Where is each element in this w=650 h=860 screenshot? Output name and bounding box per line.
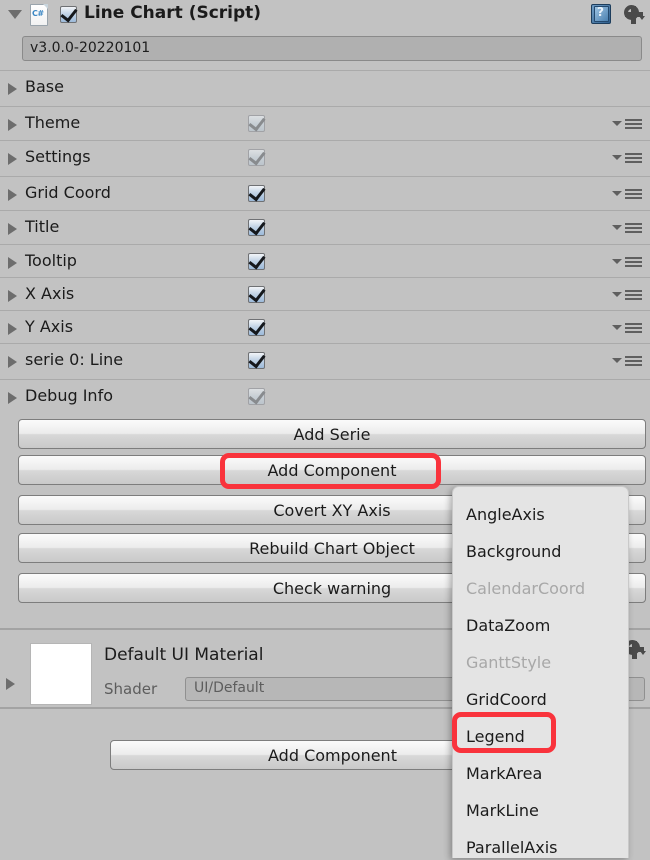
row-context-menu-icon[interactable] bbox=[612, 322, 642, 334]
foldout-row[interactable]: Theme bbox=[0, 106, 650, 139]
add-component-button[interactable]: Add Component bbox=[18, 455, 646, 485]
component-header: Line Chart (Script) ? bbox=[0, 0, 650, 30]
foldout-row[interactable]: Tooltip bbox=[0, 244, 650, 277]
dropdown-item[interactable]: GridCoord bbox=[453, 681, 628, 718]
foldout-row[interactable]: Title bbox=[0, 210, 650, 243]
dropdown-item[interactable]: Legend bbox=[453, 718, 628, 755]
foldout-enabled-checkbox[interactable] bbox=[248, 350, 266, 369]
shader-value: UI/Default bbox=[194, 680, 265, 696]
foldout-enabled-checkbox[interactable] bbox=[248, 217, 266, 236]
foldout-label: Debug Info bbox=[25, 386, 113, 405]
foldout-enabled-checkbox[interactable] bbox=[248, 251, 266, 270]
chevron-right-icon[interactable] bbox=[8, 323, 17, 335]
component-enabled-checkbox[interactable] bbox=[60, 4, 78, 23]
row-context-menu-icon[interactable] bbox=[612, 118, 642, 130]
foldout-label: Title bbox=[25, 217, 60, 236]
foldout-enabled-checkbox[interactable] bbox=[248, 317, 266, 336]
foldout-label: Grid Coord bbox=[25, 183, 111, 202]
chevron-right-icon[interactable] bbox=[8, 392, 17, 404]
chevron-down-icon[interactable] bbox=[8, 10, 22, 19]
foldout-label: Base bbox=[25, 77, 64, 96]
dropdown-item[interactable]: MarkLine bbox=[453, 792, 628, 829]
foldout-enabled-checkbox[interactable] bbox=[248, 183, 266, 202]
foldout-enabled-checkbox[interactable] bbox=[248, 386, 266, 405]
foldout-row[interactable]: X Axis bbox=[0, 277, 650, 310]
chevron-right-icon[interactable] bbox=[8, 83, 17, 95]
foldout-row[interactable]: serie 0: Line bbox=[0, 343, 650, 376]
chevron-right-icon[interactable] bbox=[8, 290, 17, 302]
dropdown-item[interactable]: DataZoom bbox=[453, 607, 628, 644]
version-value: v3.0.0-20220101 bbox=[30, 40, 151, 56]
version-field[interactable]: v3.0.0-20220101 bbox=[22, 36, 642, 61]
dropdown-item: CalendarCoord bbox=[466, 579, 586, 598]
add-serie-button[interactable]: Add Serie bbox=[18, 419, 646, 449]
foldout-label: X Axis bbox=[25, 284, 75, 303]
material-preview-thumbnail bbox=[30, 643, 92, 705]
component-title: Line Chart (Script) bbox=[84, 3, 262, 23]
shader-label: Shader bbox=[104, 680, 158, 698]
chevron-right-icon[interactable] bbox=[8, 356, 17, 368]
dropdown-item: GanttStyle bbox=[466, 653, 552, 672]
row-context-menu-icon[interactable] bbox=[612, 256, 642, 268]
foldout-row[interactable]: Y Axis bbox=[0, 310, 650, 343]
row-context-menu-icon[interactable] bbox=[612, 289, 642, 301]
dropdown-item[interactable]: ParallelAxis bbox=[453, 829, 628, 858]
foldout-label: Theme bbox=[25, 113, 81, 132]
unity-inspector-panel: Line Chart (Script) ? v3.0.0-20220101 Ba… bbox=[0, 0, 650, 860]
dropdown-item[interactable]: MarkArea bbox=[453, 755, 628, 792]
csharp-script-icon bbox=[30, 4, 48, 26]
chevron-right-icon[interactable] bbox=[8, 257, 17, 269]
foldout-row[interactable]: Settings bbox=[0, 140, 650, 173]
chevron-right-icon[interactable] bbox=[8, 189, 17, 201]
material-name: Default UI Material bbox=[104, 645, 264, 665]
foldout-enabled-checkbox[interactable] bbox=[248, 284, 266, 303]
foldout-enabled-checkbox[interactable] bbox=[248, 113, 266, 132]
foldout-label: Tooltip bbox=[25, 251, 77, 270]
chevron-right-icon[interactable] bbox=[6, 678, 15, 690]
dropdown-item[interactable]: AngleAxis bbox=[453, 496, 628, 533]
foldout-row[interactable]: Base bbox=[0, 70, 650, 103]
row-context-menu-icon[interactable] bbox=[612, 222, 642, 234]
row-context-menu-icon[interactable] bbox=[612, 355, 642, 367]
row-context-menu-icon[interactable] bbox=[612, 188, 642, 200]
row-context-menu-icon[interactable] bbox=[612, 152, 642, 164]
chevron-right-icon[interactable] bbox=[8, 153, 17, 165]
chevron-right-icon[interactable] bbox=[8, 119, 17, 131]
add-component-dropdown-menu: AngleAxis Background CalendarCoord DataZoom… bbox=[452, 486, 629, 858]
foldout-row[interactable]: Grid Coord bbox=[0, 176, 650, 209]
foldout-enabled-checkbox[interactable] bbox=[248, 147, 266, 166]
dropdown-item[interactable]: Background bbox=[453, 533, 628, 570]
foldout-label: Y Axis bbox=[25, 317, 74, 336]
foldout-row[interactable]: Debug Info bbox=[0, 379, 650, 412]
chevron-right-icon[interactable] bbox=[8, 223, 17, 235]
foldout-label: Settings bbox=[25, 147, 91, 166]
help-book-icon[interactable]: ? bbox=[591, 4, 611, 24]
foldout-label: serie 0: Line bbox=[25, 350, 124, 369]
